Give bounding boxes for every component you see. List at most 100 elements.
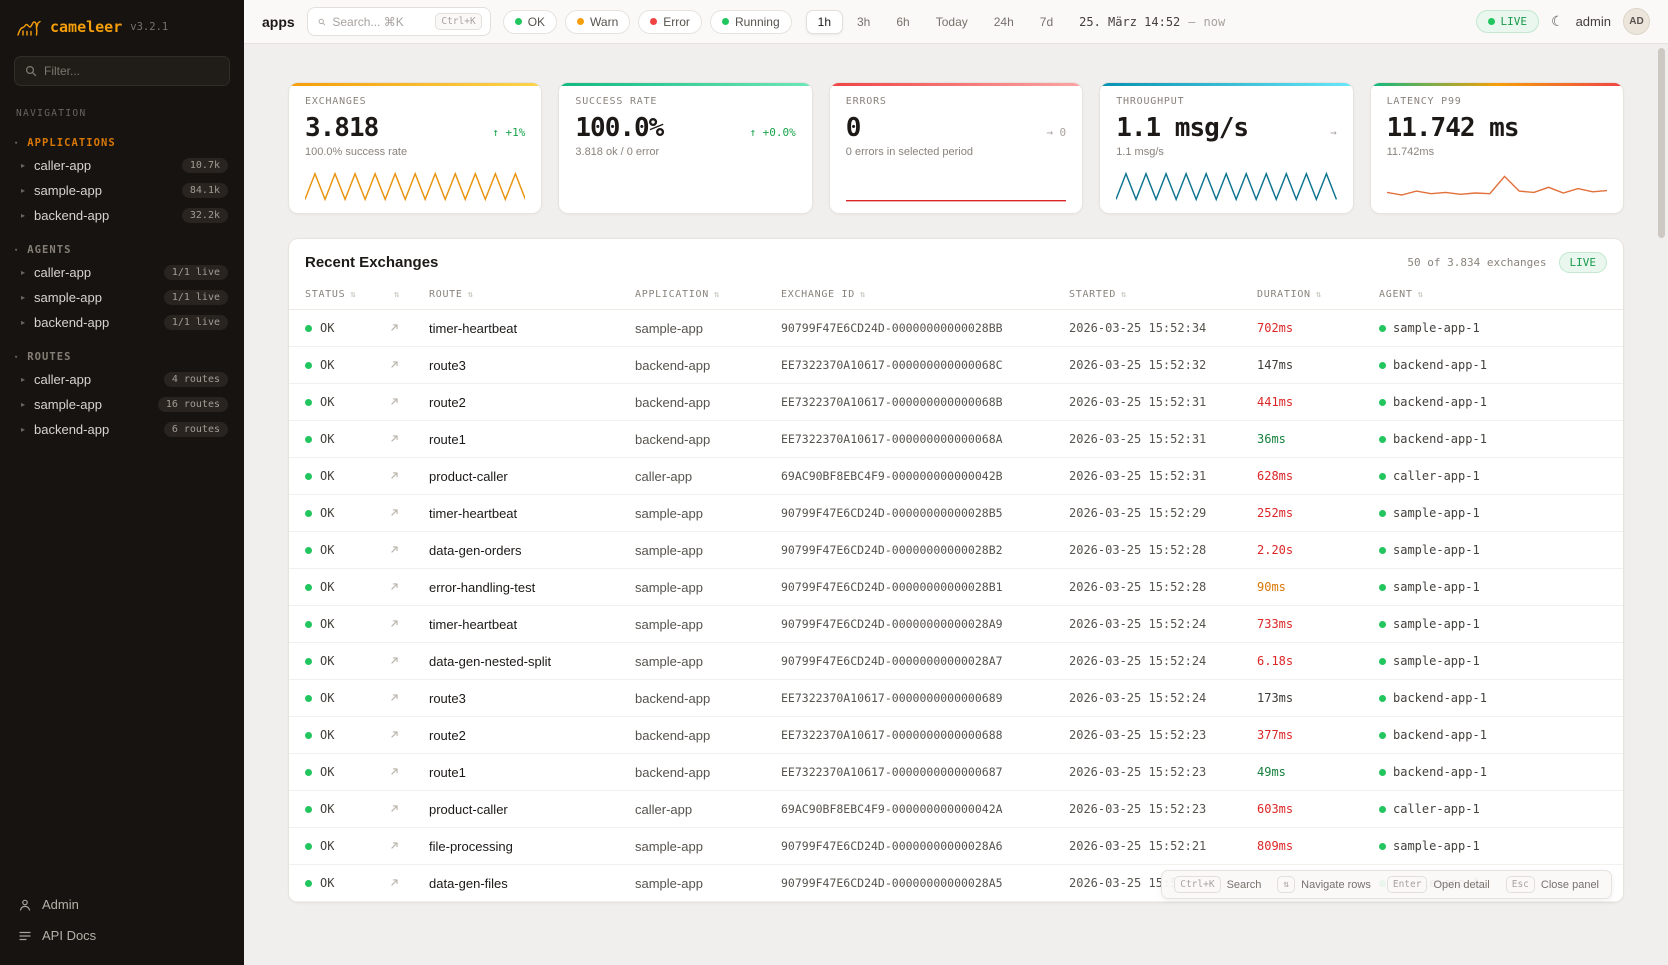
open-detail-cell[interactable] bbox=[381, 680, 421, 717]
filter-chip-error[interactable]: Error bbox=[638, 10, 702, 34]
exchange-row[interactable]: OKroute1backend-appEE7322370A10617-00000… bbox=[289, 421, 1623, 458]
app-version: v3.2.1 bbox=[130, 21, 168, 33]
avatar[interactable]: AD bbox=[1623, 8, 1650, 35]
open-detail-cell[interactable] bbox=[381, 347, 421, 384]
exchange-row[interactable]: OKroute3backend-appEE7322370A10617-00000… bbox=[289, 347, 1623, 384]
column-header-status[interactable]: STATUS⇅ bbox=[289, 284, 381, 310]
range-1h[interactable]: 1h bbox=[806, 10, 843, 34]
sidebar-item-caller-app[interactable]: ▸caller-app1/1 live bbox=[0, 260, 244, 285]
sidebar-item-backend-app[interactable]: ▸backend-app1/1 live bbox=[0, 310, 244, 335]
exchange-row[interactable]: OKfile-processingsample-app90799F47E6CD2… bbox=[289, 828, 1623, 865]
open-detail-cell[interactable] bbox=[381, 717, 421, 754]
dark-mode-toggle[interactable]: ☾ bbox=[1551, 13, 1564, 30]
open-detail-cell[interactable] bbox=[381, 310, 421, 347]
open-detail-cell[interactable] bbox=[381, 828, 421, 865]
range-3h[interactable]: 3h bbox=[845, 10, 882, 34]
open-detail-icon[interactable] bbox=[389, 617, 400, 632]
range-today[interactable]: Today bbox=[924, 10, 980, 34]
column-header-duration[interactable]: DURATION⇅ bbox=[1249, 284, 1371, 310]
open-detail-icon[interactable] bbox=[389, 358, 400, 373]
range-24h[interactable]: 24h bbox=[982, 10, 1026, 34]
exchange-row[interactable]: OKroute3backend-appEE7322370A10617-00000… bbox=[289, 680, 1623, 717]
open-detail-cell[interactable] bbox=[381, 606, 421, 643]
open-detail-icon[interactable] bbox=[389, 395, 400, 410]
sidebar-item-backend-app[interactable]: ▸backend-app6 routes bbox=[0, 417, 244, 442]
column-header-started[interactable]: STARTED⇅ bbox=[1061, 284, 1249, 310]
search-box[interactable]: Ctrl+K bbox=[307, 7, 491, 36]
section-header-applications[interactable]: ▾APPLICATIONS bbox=[0, 133, 244, 153]
open-detail-icon[interactable] bbox=[389, 469, 400, 484]
exchange-row[interactable]: OKerror-handling-testsample-app90799F47E… bbox=[289, 569, 1623, 606]
filter-input[interactable] bbox=[44, 64, 219, 78]
range-7d[interactable]: 7d bbox=[1028, 10, 1065, 34]
footer-item-api-docs[interactable]: API Docs bbox=[0, 920, 244, 951]
range-6h[interactable]: 6h bbox=[884, 10, 921, 34]
sort-icon[interactable]: ⇅ bbox=[350, 290, 356, 300]
open-detail-icon[interactable] bbox=[389, 506, 400, 521]
open-detail-icon[interactable] bbox=[389, 839, 400, 854]
time-period[interactable]: 25. März 14:52 — now bbox=[1079, 15, 1225, 29]
sidebar-item-caller-app[interactable]: ▸caller-app4 routes bbox=[0, 367, 244, 392]
column-header-agent[interactable]: AGENT⇅ bbox=[1371, 284, 1623, 310]
open-detail-icon[interactable] bbox=[389, 580, 400, 595]
exchange-row[interactable]: OKtimer-heartbeatsample-app90799F47E6CD2… bbox=[289, 495, 1623, 532]
sidebar-item-backend-app[interactable]: ▸backend-app32.2k bbox=[0, 203, 244, 228]
open-detail-cell[interactable] bbox=[381, 643, 421, 680]
sort-icon[interactable]: ⇅ bbox=[714, 290, 720, 300]
open-detail-cell[interactable] bbox=[381, 495, 421, 532]
open-detail-cell[interactable] bbox=[381, 791, 421, 828]
filter-chip-running[interactable]: Running bbox=[710, 10, 792, 34]
exchange-row[interactable]: OKproduct-callercaller-app69AC90BF8EBC4F… bbox=[289, 791, 1623, 828]
sort-icon[interactable]: ⇅ bbox=[1418, 290, 1424, 300]
column-header-application[interactable]: APPLICATION⇅ bbox=[627, 284, 773, 310]
sort-icon[interactable]: ⇅ bbox=[1316, 290, 1322, 300]
sidebar-item-sample-app[interactable]: ▸sample-app16 routes bbox=[0, 392, 244, 417]
sidebar-item-caller-app[interactable]: ▸caller-app10.7k bbox=[0, 153, 244, 178]
open-detail-icon[interactable] bbox=[389, 876, 400, 891]
sort-icon[interactable]: ⇅ bbox=[394, 290, 400, 300]
search-input[interactable] bbox=[332, 15, 428, 29]
filter-chip-ok[interactable]: OK bbox=[503, 10, 557, 34]
column-header-exchange-id[interactable]: EXCHANGE ID⇅ bbox=[773, 284, 1061, 310]
open-detail-icon[interactable] bbox=[389, 321, 400, 336]
column-header-route[interactable]: ROUTE⇅ bbox=[421, 284, 627, 310]
exchange-row[interactable]: OKdata-gen-orderssample-app90799F47E6CD2… bbox=[289, 532, 1623, 569]
footer-item-admin[interactable]: Admin bbox=[0, 889, 244, 920]
sidebar-filter[interactable] bbox=[14, 56, 230, 86]
scrollbar-thumb[interactable] bbox=[1658, 48, 1665, 238]
sort-icon[interactable]: ⇅ bbox=[1121, 290, 1127, 300]
open-detail-cell[interactable] bbox=[381, 569, 421, 606]
exchange-row[interactable]: OKroute1backend-appEE7322370A10617-00000… bbox=[289, 754, 1623, 791]
live-indicator[interactable]: LIVE bbox=[1476, 10, 1540, 33]
sidebar-item-sample-app[interactable]: ▸sample-app84.1k bbox=[0, 178, 244, 203]
open-detail-icon[interactable] bbox=[389, 543, 400, 558]
sort-icon[interactable]: ⇅ bbox=[860, 290, 866, 300]
exchange-row[interactable]: OKdata-gen-nested-splitsample-app90799F4… bbox=[289, 643, 1623, 680]
sort-icon[interactable]: ⇅ bbox=[468, 290, 474, 300]
exchange-row[interactable]: OKtimer-heartbeatsample-app90799F47E6CD2… bbox=[289, 310, 1623, 347]
exchange-row[interactable]: OKproduct-callercaller-app69AC90BF8EBC4F… bbox=[289, 458, 1623, 495]
open-detail-icon[interactable] bbox=[389, 432, 400, 447]
open-detail-icon[interactable] bbox=[389, 802, 400, 817]
sidebar-item-sample-app[interactable]: ▸sample-app1/1 live bbox=[0, 285, 244, 310]
open-detail-icon[interactable] bbox=[389, 691, 400, 706]
open-detail-icon[interactable] bbox=[389, 654, 400, 669]
stat-value-row: 0→ 0 bbox=[846, 113, 1066, 143]
filter-chip-warn[interactable]: Warn bbox=[565, 10, 630, 34]
exchange-row[interactable]: OKroute2backend-appEE7322370A10617-00000… bbox=[289, 384, 1623, 421]
duration-cell: 36ms bbox=[1249, 421, 1371, 458]
open-detail-cell[interactable] bbox=[381, 421, 421, 458]
open-detail-icon[interactable] bbox=[389, 728, 400, 743]
exchange-row[interactable]: OKroute2backend-appEE7322370A10617-00000… bbox=[289, 717, 1623, 754]
open-detail-cell[interactable] bbox=[381, 865, 421, 902]
vertical-scrollbar[interactable] bbox=[1658, 48, 1665, 959]
open-detail-cell[interactable] bbox=[381, 384, 421, 421]
section-header-routes[interactable]: ▾ROUTES bbox=[0, 347, 244, 367]
open-detail-icon[interactable] bbox=[389, 765, 400, 780]
exchange-row[interactable]: OKtimer-heartbeatsample-app90799F47E6CD2… bbox=[289, 606, 1623, 643]
open-detail-cell[interactable] bbox=[381, 532, 421, 569]
section-header-agents[interactable]: ▾AGENTS bbox=[0, 240, 244, 260]
open-detail-cell[interactable] bbox=[381, 754, 421, 791]
column-header-actions[interactable]: ⇅ bbox=[381, 284, 421, 310]
open-detail-cell[interactable] bbox=[381, 458, 421, 495]
